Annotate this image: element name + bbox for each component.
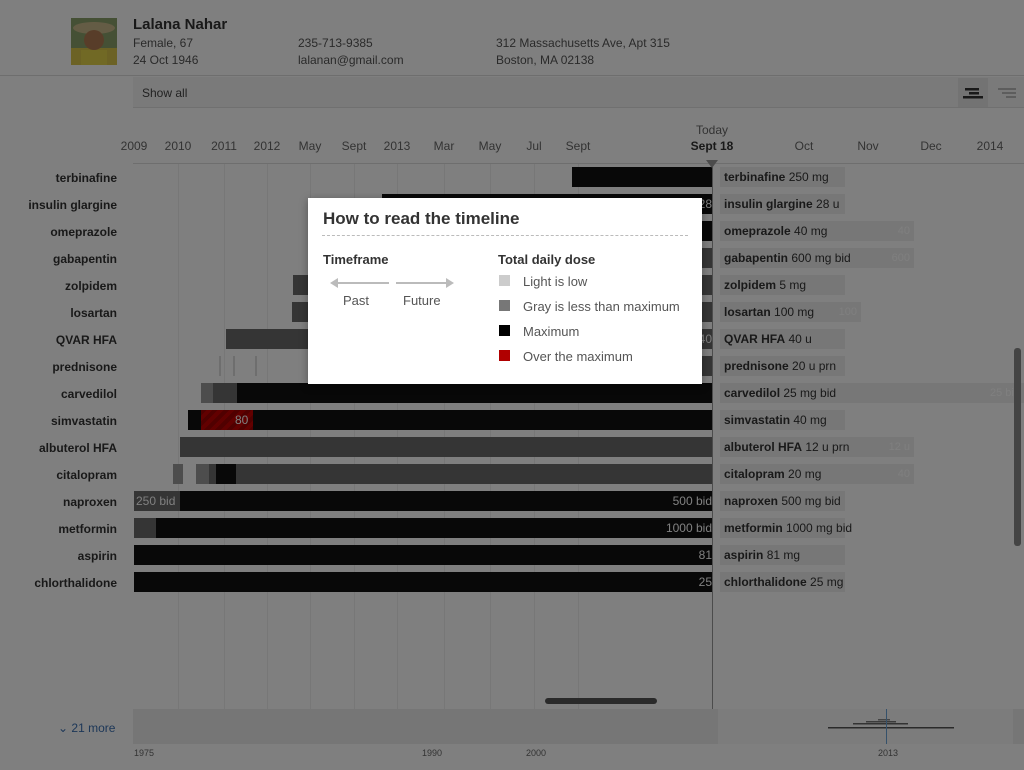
- legend-swatch-over: [499, 350, 510, 361]
- legend-label-maximum: Maximum: [523, 324, 580, 339]
- popup-title: How to read the timeline: [323, 209, 520, 228]
- modal-overlay[interactable]: [0, 0, 1024, 770]
- popup-divider: [322, 235, 688, 236]
- dose-heading: Total daily dose: [498, 252, 596, 267]
- legend-label-over: Over the maximum: [523, 349, 633, 364]
- legend-swatch-maximum: [499, 325, 510, 336]
- legend-label-gray: Gray is less than maximum: [523, 299, 680, 314]
- legend-label-light: Light is low: [523, 274, 588, 289]
- future-arrow-icon: [446, 278, 454, 288]
- legend-swatch-gray: [499, 300, 510, 311]
- future-label: Future: [403, 293, 441, 308]
- timeline-help-popup: How to read the timeline Timeframe Past …: [308, 198, 702, 384]
- legend-swatch-light: [499, 275, 510, 286]
- timeframe-heading: Timeframe: [323, 252, 389, 267]
- past-label: Past: [343, 293, 370, 308]
- future-arrow-line: [396, 282, 448, 284]
- past-arrow-line: [337, 282, 389, 284]
